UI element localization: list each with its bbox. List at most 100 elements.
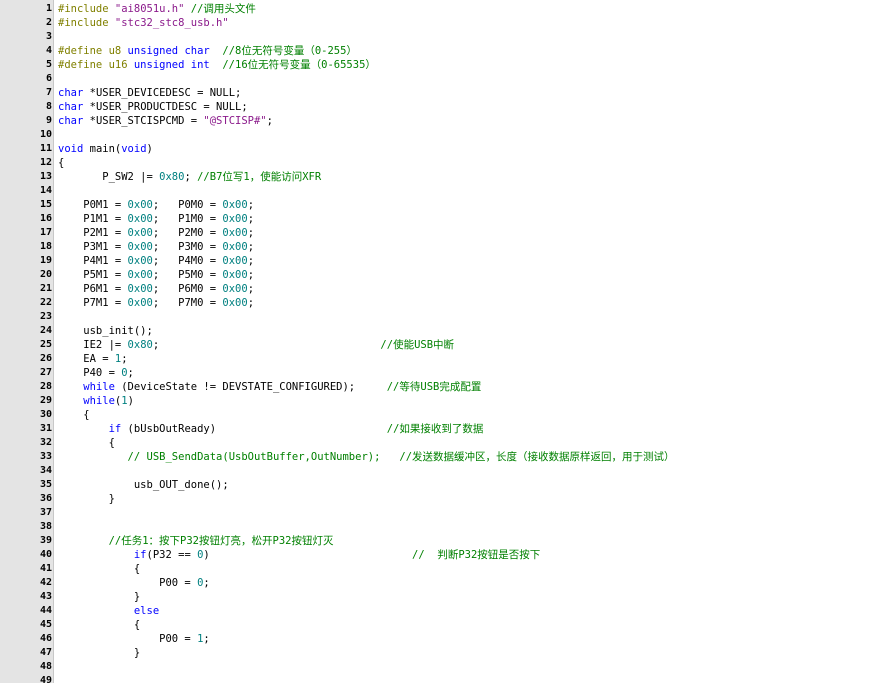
code-line[interactable] (58, 310, 885, 324)
line-number: 37 (39, 507, 52, 518)
code-token: if (133, 549, 147, 561)
code-line[interactable]: P5M1 = 0x00; P5M0 = 0x00; (58, 268, 885, 282)
code-token: 0x00 (222, 283, 248, 295)
code-line[interactable]: } (58, 646, 885, 660)
code-token: 0x00 (127, 241, 153, 253)
code-token: ) (146, 143, 153, 155)
code-token: //等待USB完成配置 (386, 381, 482, 393)
code-token: ; P1M0 = (152, 213, 223, 225)
line-number: 6 (45, 73, 52, 84)
code-line[interactable] (58, 128, 885, 142)
code-line[interactable]: { (58, 618, 885, 632)
code-line[interactable]: char *USER_STCISPCMD = "@STCISP#"; (58, 114, 885, 128)
code-token: //调用头文件 (184, 3, 256, 15)
code-line[interactable]: P3M1 = 0x00; P3M0 = 0x00; (58, 240, 885, 254)
code-line[interactable] (58, 464, 885, 478)
code-line[interactable]: P00 = 1; (58, 632, 885, 646)
line-number: 32 (39, 437, 52, 448)
code-token: P6M1 = (58, 283, 128, 295)
code-line[interactable] (58, 72, 885, 86)
code-line[interactable]: #include "ai8051u.h" //调用头文件 (58, 2, 885, 16)
line-number: 10 (39, 129, 52, 140)
code-line[interactable]: P_SW2 |= 0x80; //B7位写1，使能访问XFR (58, 170, 885, 184)
code-token: ; (247, 227, 255, 239)
code-line[interactable]: void main(void) (58, 142, 885, 156)
code-token: 0x80 (159, 171, 185, 183)
code-line[interactable]: else (58, 604, 885, 618)
code-token: while (83, 395, 115, 407)
line-number: 15 (39, 199, 52, 210)
code-line[interactable]: if (bUsbOutReady) //如果接收到了数据 (58, 422, 885, 436)
code-token: usb_init(); (58, 325, 153, 337)
line-number: 27 (39, 367, 52, 378)
code-token: } (58, 493, 115, 505)
line-number: 8 (45, 101, 52, 112)
code-line[interactable]: P2M1 = 0x00; P2M0 = 0x00; (58, 226, 885, 240)
code-line[interactable] (58, 674, 885, 683)
code-line[interactable]: P4M1 = 0x00; P4M0 = 0x00; (58, 254, 885, 268)
code-area[interactable]: #include "ai8051u.h" //调用头文件 #include "st… (54, 0, 885, 683)
code-line[interactable]: P1M1 = 0x00; P1M0 = 0x00; (58, 212, 885, 226)
code-line[interactable]: EA = 1; (58, 352, 885, 366)
code-line[interactable] (58, 660, 885, 674)
code-token: while (83, 381, 115, 393)
code-line[interactable]: { (58, 562, 885, 576)
code-token: 0x00 (127, 213, 153, 225)
code-line[interactable]: IE2 |= 0x80; //使能USB中断 (58, 338, 885, 352)
code-token: #include (58, 3, 115, 15)
code-line[interactable]: P00 = 0; (58, 576, 885, 590)
code-token: *USER_PRODUCTDESC = NULL; (83, 101, 248, 113)
code-token: ; P2M0 = (152, 227, 223, 239)
code-line[interactable]: char *USER_PRODUCTDESC = NULL; (58, 100, 885, 114)
line-number: 3 (45, 31, 52, 42)
code-token: //使能USB中断 (380, 339, 455, 351)
code-token: ; (247, 199, 255, 211)
line-number: 48 (39, 661, 52, 672)
code-line[interactable] (58, 520, 885, 534)
code-line[interactable]: P40 = 0; (58, 366, 885, 380)
line-number: 43 (39, 591, 52, 602)
code-line[interactable]: P7M1 = 0x00; P7M0 = 0x00; (58, 296, 885, 310)
code-line[interactable]: { (58, 436, 885, 450)
code-line[interactable]: } (58, 492, 885, 506)
code-line[interactable]: char *USER_DEVICEDESC = NULL; (58, 86, 885, 100)
code-line[interactable]: } (58, 590, 885, 604)
code-editor[interactable]: 1 2 3 4 5 6 7 8 9 10 11 12 13 14 15 16 17 18 19 20 21 22 23 24 2… (0, 0, 885, 683)
line-number: 39 (39, 535, 52, 546)
code-token: P00 = (58, 577, 198, 589)
line-number: 25 (39, 339, 52, 350)
line-number: 5 (45, 59, 52, 70)
code-line[interactable]: #define u8 unsigned char //8位无符号变量（0-255… (58, 44, 885, 58)
code-line[interactable]: // USB_SendData(UsbOutBuffer,OutNumber);… (58, 450, 885, 464)
code-line[interactable]: //任务1：按下P32按钮灯亮，松开P32按钮灯灭 (58, 534, 885, 548)
code-line[interactable]: { (58, 156, 885, 170)
code-line[interactable] (58, 184, 885, 198)
code-token: main( (83, 143, 122, 155)
code-token: ; (247, 297, 255, 309)
line-number: 12 (39, 157, 52, 168)
code-line[interactable]: usb_OUT_done(); (58, 478, 885, 492)
code-token: P40 = (58, 367, 122, 379)
code-line[interactable]: { (58, 408, 885, 422)
code-line[interactable]: if(P32 == 0) // 判断P32按钮是否按下 (58, 548, 885, 562)
code-line[interactable]: while (DeviceState != DEVSTATE_CONFIGURE… (58, 380, 885, 394)
line-number: 26 (39, 353, 52, 364)
code-token: "stc32_stc8_usb.h" (114, 17, 229, 29)
code-token: #define u16 (58, 59, 134, 71)
code-line[interactable] (58, 506, 885, 520)
code-line[interactable]: usb_init(); (58, 324, 885, 338)
code-line[interactable]: while(1) (58, 394, 885, 408)
code-token: ; (247, 269, 255, 281)
code-token: ; P7M0 = (152, 297, 223, 309)
code-line[interactable]: P0M1 = 0x00; P0M0 = 0x00; (58, 198, 885, 212)
code-line[interactable]: #define u16 unsigned int //16位无符号变量（0-65… (58, 58, 885, 72)
code-line[interactable] (58, 30, 885, 44)
code-line[interactable]: P6M1 = 0x00; P6M0 = 0x00; (58, 282, 885, 296)
code-token: // 判断P32按钮是否按下 (412, 549, 541, 561)
code-token: ; (127, 367, 134, 379)
code-line[interactable]: #include "stc32_stc8_usb.h" (58, 16, 885, 30)
